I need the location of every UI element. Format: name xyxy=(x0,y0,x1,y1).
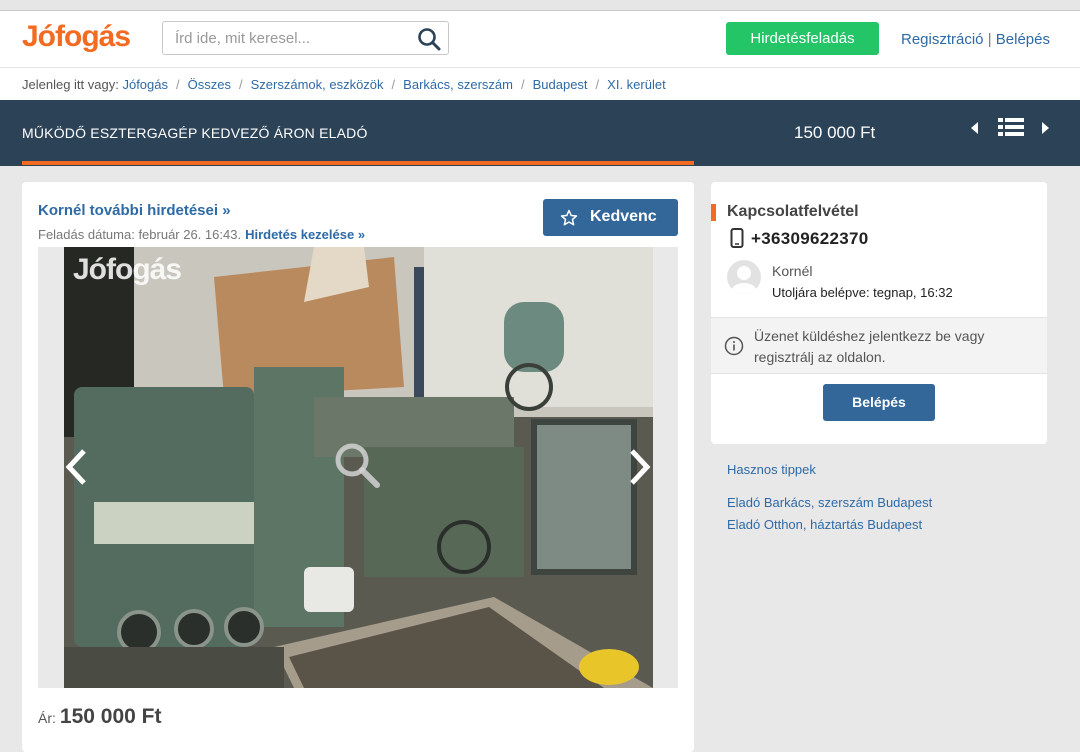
tips-link[interactable]: Hasznos tippek xyxy=(727,462,816,477)
related-link-1[interactable]: Eladó Barkács, szerszám Budapest xyxy=(727,495,932,510)
magnifier-icon[interactable] xyxy=(332,440,382,490)
search-box xyxy=(162,21,449,55)
phone-icon xyxy=(730,228,744,248)
breadcrumb-item[interactable]: Összes xyxy=(188,77,231,92)
listing-title: MŰKÖDŐ ESZTERGAGÉP KEDVEZŐ ÁRON ELADÓ xyxy=(22,125,368,141)
price-value: 150 000 Ft xyxy=(59,705,162,728)
post-date-label: Feladás dátuma: február 26. 16:43. xyxy=(38,227,242,242)
avatar xyxy=(727,260,761,294)
manage-ad-link[interactable]: Hirdetés kezelése » xyxy=(245,227,365,242)
breadcrumb-separator: / xyxy=(391,77,396,92)
next-arrow-icon[interactable] xyxy=(1041,121,1051,135)
auth-separator: | xyxy=(987,31,992,48)
info-icon xyxy=(724,336,744,356)
contact-accent-bar xyxy=(711,204,716,221)
contact-login-button[interactable]: Belépés xyxy=(823,384,935,421)
list-view-icon[interactable] xyxy=(998,117,1024,137)
site-logo[interactable]: Jófogás xyxy=(22,20,131,54)
avatar-placeholder-icon xyxy=(731,266,757,294)
listing-photo[interactable]: Jófogás xyxy=(64,247,653,688)
related-link-2[interactable]: Eladó Otthon, háztartás Budapest xyxy=(727,517,922,532)
register-link[interactable]: Regisztráció xyxy=(901,31,984,48)
breadcrumb-item[interactable]: Jófogás xyxy=(122,77,168,92)
breadcrumb-prefix: Jelenleg itt vagy: xyxy=(22,77,119,92)
breadcrumb-separator: / xyxy=(595,77,600,92)
search-icon[interactable] xyxy=(416,26,442,52)
seller-name: Kornél xyxy=(772,263,813,279)
breadcrumb: Jelenleg itt vagy: Jófogás / Összes / Szersz… xyxy=(0,67,1080,100)
phone-number[interactable]: +36309622370 xyxy=(751,229,869,249)
more-ads-link[interactable]: Kornél további hirdetései » xyxy=(38,202,231,219)
login-link[interactable]: Belépés xyxy=(996,31,1050,48)
breadcrumb-item[interactable]: XI. kerület xyxy=(607,77,666,92)
photo-gallery: Jófogás xyxy=(38,247,678,688)
listing-header-price: 150 000 Ft xyxy=(794,123,876,142)
favorite-label: Kedvenc xyxy=(590,208,657,225)
login-notice-text: Üzenet küldéshez jelentkezz be vagy regi… xyxy=(754,328,985,365)
breadcrumb-item[interactable]: Budapest xyxy=(533,77,588,92)
listing-card: Kornél további hirdetései » Feladás dátu… xyxy=(22,182,694,752)
title-accent-bar xyxy=(22,161,694,165)
site-header: Jófogás Hirdetésfeladás Regisztráció | B… xyxy=(0,11,1080,67)
chevron-right-icon[interactable] xyxy=(628,447,652,487)
prev-arrow-icon[interactable] xyxy=(969,121,979,135)
browser-top-strip xyxy=(0,0,1080,11)
post-ad-button[interactable]: Hirdetésfeladás xyxy=(726,22,879,55)
contact-heading: Kapcsolatfelvétel xyxy=(727,203,859,220)
contact-card: Kapcsolatfelvétel +36309622370 Kornél Ut… xyxy=(711,182,1047,444)
last-login: Utoljára belépve: tegnap, 16:32 xyxy=(772,285,953,300)
price-label: Ár: xyxy=(38,710,56,726)
chevron-left-icon[interactable] xyxy=(64,447,88,487)
breadcrumb-separator: / xyxy=(176,77,180,92)
login-notice: Üzenet küldéshez jelentkezz be vagy regi… xyxy=(711,317,1047,374)
breadcrumb-item[interactable]: Szerszámok, eszközök xyxy=(251,77,384,92)
star-icon xyxy=(560,209,578,226)
price-line: Ár: 150 000 Ft xyxy=(38,705,161,729)
auth-links: Regisztráció | Belépés xyxy=(901,31,1050,48)
photo-watermark: Jófogás xyxy=(73,253,182,286)
breadcrumb-separator: / xyxy=(238,77,243,92)
favorite-button[interactable]: Kedvenc xyxy=(543,199,678,236)
breadcrumb-item[interactable]: Barkács, szerszám xyxy=(403,77,513,92)
listing-title-bar: MŰKÖDŐ ESZTERGAGÉP KEDVEZŐ ÁRON ELADÓ 15… xyxy=(0,100,1080,166)
post-date: Feladás dátuma: február 26. 16:43. Hirdet… xyxy=(38,227,365,242)
breadcrumb-separator: / xyxy=(520,77,525,92)
search-input[interactable] xyxy=(163,22,427,54)
